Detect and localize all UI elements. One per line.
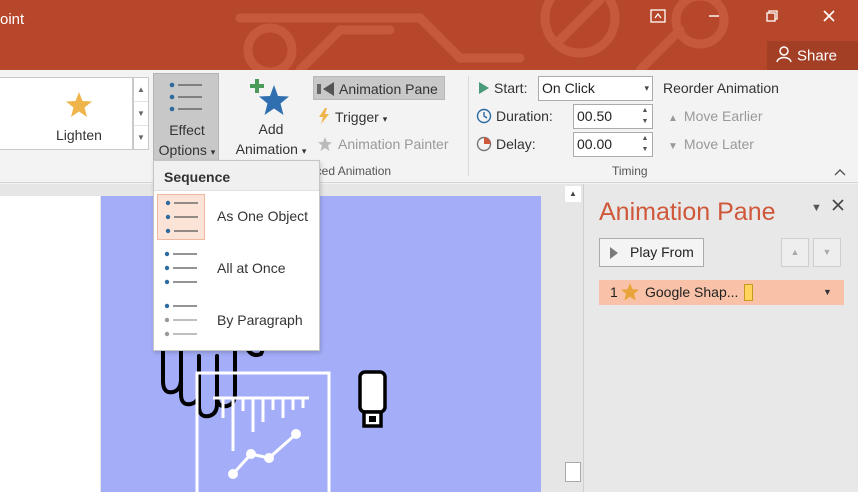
slide-vertical-scrollbar[interactable]: ▲ bbox=[563, 184, 583, 492]
play-icon bbox=[610, 247, 618, 259]
ribbon-separator bbox=[468, 76, 469, 176]
animation-pane: Animation Pane ▼ Play From ▲ ▼ 1 Google … bbox=[583, 184, 858, 492]
close-button[interactable] bbox=[815, 6, 843, 32]
play-from-button[interactable]: Play From bbox=[599, 238, 704, 267]
animation-pane-button[interactable]: Animation Pane bbox=[313, 76, 445, 100]
animation-item-number: 1 bbox=[610, 284, 618, 300]
start-label: Start: bbox=[478, 76, 527, 100]
move-earlier-button[interactable]: ▲ Move Earlier bbox=[668, 104, 763, 128]
ribbon: Lighten ▲ ▼ ▼ Effect Options ▾ Add Anima… bbox=[0, 70, 858, 183]
gallery-up-arrow[interactable]: ▲ bbox=[134, 78, 148, 102]
scroll-thumb[interactable] bbox=[565, 462, 581, 482]
all-at-once-label: All at Once bbox=[217, 260, 286, 276]
animation-painter-label: Animation Painter bbox=[338, 136, 449, 152]
pane-options-button[interactable]: ▼ bbox=[811, 202, 822, 214]
lightning-icon bbox=[319, 108, 329, 124]
title-bar: oint Share bbox=[0, 0, 858, 70]
up-arrow-icon: ▲ bbox=[790, 247, 800, 257]
scroll-up-arrow[interactable]: ▲ bbox=[565, 186, 581, 202]
trigger-button[interactable]: Trigger ▾ bbox=[317, 105, 387, 129]
effect-options-label-2: Options ▾ bbox=[158, 142, 216, 158]
chevron-down-icon: ▼ bbox=[811, 202, 822, 214]
minimize-button[interactable] bbox=[700, 6, 728, 32]
add-animation-label-1: Add bbox=[258, 121, 284, 137]
clock-icon bbox=[476, 108, 492, 124]
play-from-label: Play From bbox=[630, 244, 694, 260]
trigger-label: Trigger bbox=[335, 109, 379, 125]
sequence-header: Sequence bbox=[154, 161, 319, 191]
restore-button[interactable] bbox=[758, 6, 786, 32]
ribbon-display-options-button[interactable] bbox=[644, 6, 672, 32]
start-icon bbox=[479, 82, 489, 94]
gallery-item-label: Lighten bbox=[56, 127, 102, 143]
down-triangle-icon: ▼ bbox=[668, 141, 678, 152]
duration-value: 00.50 bbox=[577, 108, 613, 124]
restore-icon bbox=[766, 10, 778, 22]
person-icon bbox=[776, 46, 792, 63]
animation-list-item[interactable]: 1 Google Shap... ▼ bbox=[599, 280, 844, 305]
duration-input[interactable]: 00.50 ▲ ▼ bbox=[573, 104, 653, 129]
down-arrow-icon: ▼ bbox=[822, 247, 832, 257]
delay-value: 00.00 bbox=[577, 136, 613, 152]
circuit-decoration bbox=[235, 0, 729, 70]
gallery-scrollbar[interactable]: ▲ ▼ ▼ bbox=[133, 77, 149, 150]
start-value: On Click bbox=[542, 80, 595, 96]
delay-spinner[interactable]: ▲ ▼ bbox=[638, 133, 652, 156]
menu-item-by-paragraph[interactable]: By Paragraph bbox=[154, 295, 319, 347]
pane-close-button[interactable] bbox=[831, 196, 845, 217]
animation-pane-label: Animation Pane bbox=[339, 81, 438, 97]
as-one-object-label: As One Object bbox=[217, 208, 309, 224]
close-icon bbox=[832, 199, 844, 211]
delay-input[interactable]: 00.00 ▲ ▼ bbox=[573, 132, 653, 157]
add-animation-button[interactable]: Add Animation ▾ bbox=[228, 73, 314, 161]
close-icon bbox=[823, 10, 835, 22]
star-icon bbox=[621, 283, 639, 301]
sequence-dropdown-menu: Sequence As One Object All at Once By Pa… bbox=[153, 160, 320, 351]
minimize-icon bbox=[709, 15, 719, 17]
share-button[interactable]: Share bbox=[767, 41, 858, 70]
delay-icon bbox=[476, 136, 492, 152]
all-at-once-icon bbox=[157, 246, 205, 292]
as-one-object-icon bbox=[157, 194, 205, 240]
timing-marker bbox=[744, 284, 753, 301]
item-dropdown-arrow[interactable]: ▼ bbox=[823, 280, 832, 305]
move-up-button[interactable]: ▲ bbox=[781, 238, 809, 267]
chevron-up-icon bbox=[834, 169, 846, 176]
sequence-icon bbox=[169, 82, 202, 112]
advanced-animation-group-label: nced Animation bbox=[309, 164, 392, 178]
animation-painter-icon bbox=[318, 137, 332, 151]
animation-item-name: Google Shap... bbox=[645, 284, 739, 300]
animation-pane-icon bbox=[317, 82, 334, 96]
start-select[interactable]: On Click ▾ bbox=[538, 76, 653, 101]
menu-item-as-one-object[interactable]: As One Object bbox=[154, 191, 319, 243]
reorder-animation-label: Reorder Animation bbox=[663, 80, 779, 96]
app-title: oint bbox=[0, 11, 25, 28]
add-star-icon bbox=[250, 79, 289, 115]
ribbon-display-icon bbox=[650, 9, 666, 23]
up-triangle-icon: ▲ bbox=[668, 113, 678, 124]
move-down-button[interactable]: ▼ bbox=[813, 238, 841, 267]
by-paragraph-icon bbox=[157, 298, 205, 344]
add-animation-label-2: Animation ▾ bbox=[235, 141, 307, 157]
slide-thumbnail-panel[interactable] bbox=[0, 196, 100, 492]
gallery-down-arrow[interactable]: ▼ bbox=[134, 102, 148, 126]
usb-drive-illustration bbox=[358, 370, 387, 428]
duration-label: Duration: bbox=[476, 104, 553, 128]
start-dropdown-arrow: ▾ bbox=[644, 83, 649, 93]
gallery-more-arrow[interactable]: ▼ bbox=[134, 126, 148, 150]
animation-painter-button[interactable]: Animation Painter bbox=[316, 132, 449, 156]
by-paragraph-label: By Paragraph bbox=[217, 312, 303, 328]
timing-group-label: Timing bbox=[612, 164, 648, 178]
star-icon bbox=[66, 92, 92, 117]
move-later-button[interactable]: ▼ Move Later bbox=[668, 132, 754, 156]
duration-spinner[interactable]: ▲ ▼ bbox=[638, 105, 652, 128]
effect-options-label-1: Effect bbox=[169, 122, 205, 138]
menu-item-all-at-once[interactable]: All at Once bbox=[154, 243, 319, 295]
animation-pane-title: Animation Pane bbox=[599, 198, 776, 226]
collapse-ribbon-button[interactable] bbox=[834, 165, 846, 179]
delay-label: Delay: bbox=[476, 132, 536, 156]
share-label: Share bbox=[797, 47, 838, 65]
effect-options-button[interactable]: Effect Options ▾ bbox=[153, 73, 219, 161]
